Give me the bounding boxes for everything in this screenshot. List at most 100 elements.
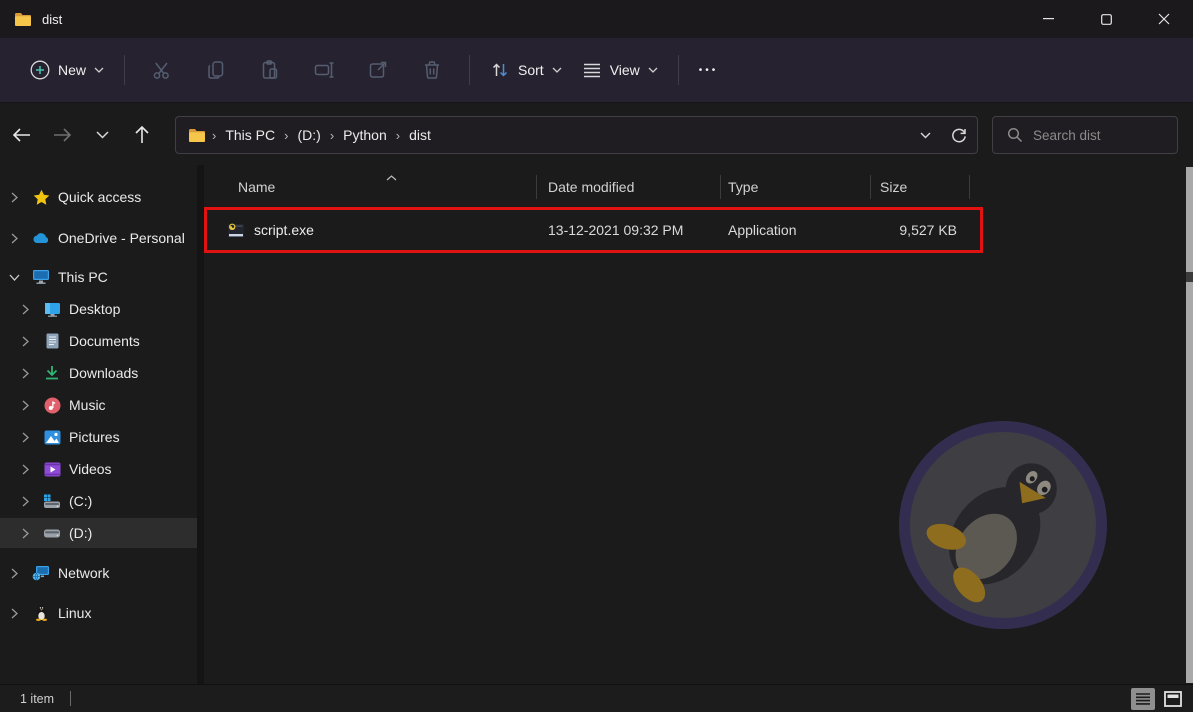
file-row-script-exe[interactable]: script.exe 13-12-2021 09:32 PM Applicati…	[206, 209, 983, 251]
minimize-button[interactable]	[1019, 0, 1077, 38]
file-type-cell: Application	[721, 209, 871, 251]
details-view-icon	[1135, 692, 1151, 706]
file-date-cell: 13-12-2021 09:32 PM	[537, 209, 721, 251]
column-headers: Name Date modified Type Size	[206, 170, 983, 204]
chevron-right-icon[interactable]	[19, 368, 31, 379]
vertical-scrollbar[interactable]	[1186, 167, 1193, 683]
desktop-icon	[43, 302, 61, 317]
sidebar-item-drive-d[interactable]: (D:)	[0, 518, 197, 548]
chevron-right-icon[interactable]	[19, 304, 31, 315]
toolbar-separator	[469, 55, 470, 85]
new-button[interactable]: New	[20, 52, 114, 88]
sidebar-item-videos[interactable]: Videos	[0, 454, 197, 484]
pane-divider[interactable]	[197, 165, 204, 684]
arrow-left-icon	[12, 127, 32, 143]
scissors-icon	[150, 58, 174, 82]
search-icon	[1007, 127, 1023, 143]
delete-button[interactable]	[414, 52, 450, 88]
cut-button[interactable]	[144, 52, 180, 88]
sidebar-item-drive-c[interactable]: (C:)	[0, 486, 197, 516]
item-count: 1 item	[20, 692, 54, 706]
chevron-right-icon[interactable]	[19, 464, 31, 475]
sidebar-item-onedrive[interactable]: OneDrive - Personal	[0, 223, 197, 253]
sidebar-item-network[interactable]: Network	[0, 558, 197, 588]
details-view-button[interactable]	[1131, 688, 1155, 710]
chevron-right-icon[interactable]	[8, 608, 20, 619]
sort-ascending-icon	[386, 168, 397, 184]
forward-button[interactable]	[44, 117, 80, 153]
sidebar-item-this-pc[interactable]: This PC	[0, 262, 197, 292]
more-options-button[interactable]: •••	[689, 57, 729, 84]
chevron-right-icon[interactable]	[19, 528, 31, 539]
up-button[interactable]	[124, 117, 160, 153]
chevron-down-icon	[920, 132, 931, 139]
share-icon	[366, 58, 390, 82]
rename-icon	[312, 58, 336, 82]
chevron-down-icon	[648, 67, 658, 73]
file-explorer-window: dist New	[0, 0, 1193, 712]
chevron-down-icon	[94, 67, 104, 73]
sidebar-item-downloads[interactable]: Downloads	[0, 358, 197, 388]
trash-icon	[420, 58, 444, 82]
folder-icon	[14, 12, 32, 27]
breadcrumb-python[interactable]: Python	[336, 123, 394, 147]
toolbar-separator	[678, 55, 679, 85]
rename-button[interactable]	[306, 52, 342, 88]
paste-button[interactable]	[252, 52, 288, 88]
window-controls	[1019, 0, 1193, 38]
share-button[interactable]	[360, 52, 396, 88]
navigation-pane: Quick access OneDrive - Personal This PC…	[0, 165, 197, 684]
address-dropdown-button[interactable]	[913, 123, 937, 147]
close-button[interactable]	[1135, 0, 1193, 38]
chevron-right-icon[interactable]	[8, 568, 20, 579]
column-header-date-modified[interactable]: Date modified	[537, 170, 721, 204]
paste-icon	[258, 58, 282, 82]
breadcrumb-this-pc[interactable]: This PC	[218, 123, 282, 147]
cloud-icon	[32, 232, 50, 244]
breadcrumb-dist[interactable]: dist	[402, 123, 438, 147]
sidebar-item-linux[interactable]: Linux	[0, 598, 197, 628]
sidebar-item-pictures[interactable]: Pictures	[0, 422, 197, 452]
back-button[interactable]	[4, 117, 40, 153]
sidebar-item-desktop[interactable]: Desktop	[0, 294, 197, 324]
chevron-right-icon[interactable]	[19, 336, 31, 347]
chevron-down-icon	[552, 67, 562, 73]
view-button[interactable]: View	[572, 53, 668, 87]
recent-locations-button[interactable]	[84, 117, 120, 153]
chevron-right-icon[interactable]	[8, 233, 20, 244]
view-list-icon	[582, 61, 602, 79]
large-icons-view-icon	[1164, 691, 1182, 707]
scrollbar-notch	[1186, 272, 1193, 282]
large-icons-view-button[interactable]	[1161, 688, 1185, 710]
chevron-down-icon[interactable]	[8, 274, 20, 281]
windows-drive-icon	[43, 494, 61, 509]
download-icon	[43, 365, 61, 381]
column-separator[interactable]	[969, 175, 970, 199]
sidebar-item-quick-access[interactable]: Quick access	[0, 182, 197, 212]
refresh-button[interactable]	[947, 123, 971, 147]
search-box	[992, 116, 1178, 154]
file-name-cell: script.exe	[206, 209, 537, 251]
chevron-right-icon[interactable]	[19, 432, 31, 443]
chevron-right-icon[interactable]	[19, 400, 31, 411]
chevron-right-icon[interactable]	[8, 192, 20, 203]
maximize-button[interactable]	[1077, 0, 1135, 38]
file-size-cell: 9,527 KB	[871, 209, 970, 251]
column-header-name[interactable]: Name	[206, 170, 537, 204]
sidebar-item-music[interactable]: Music	[0, 390, 197, 420]
sort-button[interactable]: Sort	[480, 52, 572, 88]
column-header-size[interactable]: Size	[871, 170, 970, 204]
address-bar[interactable]: › This PC › (D:) › Python › dist	[175, 116, 978, 154]
sort-button-label: Sort	[518, 62, 544, 78]
sidebar-item-documents[interactable]: Documents	[0, 326, 197, 356]
toolbar-separator	[124, 55, 125, 85]
chevron-right-icon[interactable]	[19, 496, 31, 507]
music-icon	[43, 397, 61, 414]
view-toggles	[1131, 688, 1185, 710]
breadcrumb-drive-d[interactable]: (D:)	[290, 123, 327, 147]
copy-button[interactable]	[198, 52, 234, 88]
sort-icon	[490, 60, 510, 80]
picture-icon	[43, 430, 61, 445]
search-input[interactable]	[1033, 128, 1163, 143]
column-header-type[interactable]: Type	[721, 170, 871, 204]
